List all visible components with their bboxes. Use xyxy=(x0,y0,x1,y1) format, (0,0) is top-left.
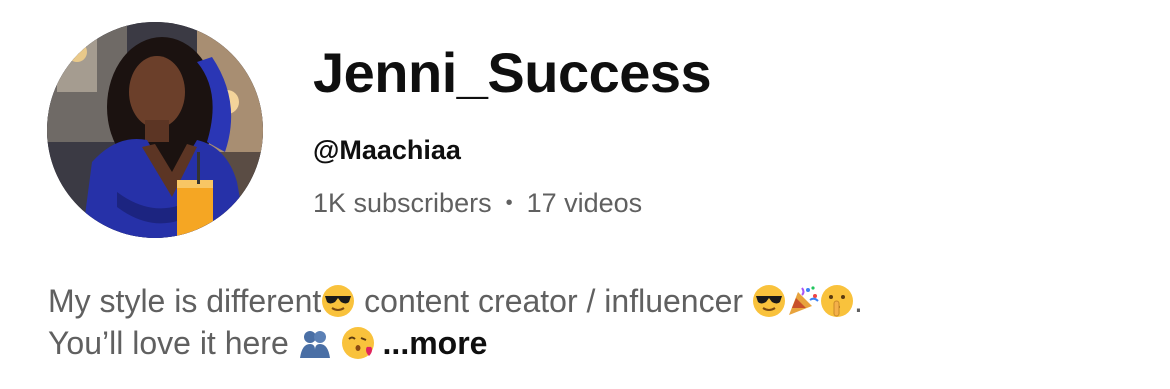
channel-description[interactable]: My style is different content creator / … xyxy=(48,280,1148,364)
description-text: content creator / influencer xyxy=(355,283,752,319)
sunglasses-face-icon xyxy=(752,285,785,317)
description-text: My style is different xyxy=(48,283,322,319)
channel-handle: @Maachiaa xyxy=(313,135,461,165)
show-more-link[interactable]: ...more xyxy=(383,325,488,361)
channel-header: Jenni_Success @Maachiaa 1K subscribers • 1… xyxy=(0,0,1170,389)
subscriber-count: 1K subscribers xyxy=(313,188,492,218)
profile-photo-icon xyxy=(47,22,263,238)
description-text: . xyxy=(853,283,863,319)
video-count: 17 videos xyxy=(526,188,643,218)
hugging-people-icon xyxy=(299,331,330,358)
description-text: You’ll love it here xyxy=(48,325,298,361)
sunglasses-face-icon xyxy=(322,285,355,317)
shushing-face-icon xyxy=(820,285,853,317)
stats-separator: • xyxy=(505,192,513,214)
face-blowing-kiss-icon xyxy=(341,327,374,359)
channel-info: Jenni_Success @Maachiaa 1K subscribers • 1… xyxy=(313,40,712,222)
channel-name: Jenni_Success xyxy=(313,41,712,104)
channel-avatar[interactable] xyxy=(47,22,263,238)
party-popper-icon xyxy=(788,286,819,315)
channel-stats: 1K subscribers • 17 videos xyxy=(313,187,711,222)
